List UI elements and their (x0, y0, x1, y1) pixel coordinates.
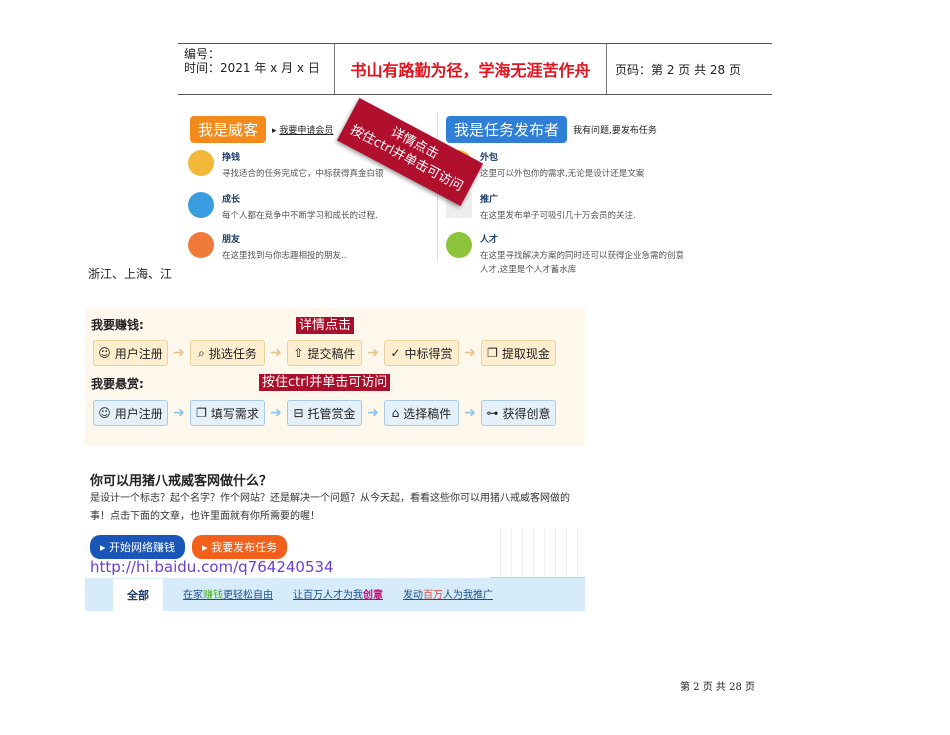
earn-step[interactable]: ❐ 提取现金 (481, 340, 556, 366)
tab-creative[interactable]: 让百万人才为我创意 (293, 586, 383, 611)
publish-task-link[interactable]: 我有问题,要发布任务 (573, 123, 657, 136)
earn-step[interactable]: ⇧ 提交稿件 (287, 340, 362, 366)
earn-step[interactable]: ⌕ 挑选任务 (190, 340, 265, 366)
page-footer: 第 2 页 共 28 页 (680, 682, 755, 693)
tab-promote[interactable]: 发动百万人为我推广 (403, 586, 493, 611)
details-badge[interactable]: 详情点击 (296, 317, 355, 334)
publisher-tag: 我是任务发布者 (446, 116, 568, 143)
weike-header: 我是威客 ▸ 我要申请会员 (190, 116, 333, 143)
promo-title: 你可以用猪八戒威客网做什么？ (90, 474, 273, 489)
publisher-header: 我是任务发布者 我有问题,要发布任务 (446, 116, 657, 143)
city-illustration (490, 528, 585, 578)
reward-steps: ☺ 用户注册 ➜ ❐ 填写需求 ➜ ⊟ 托管赏金 ➜ ⌂ 选择稿件 ➜ ⊶ 获得创意 (93, 400, 556, 426)
time-label: 时间：2021 年 x 月 x 日 (184, 61, 320, 75)
users-icon (446, 232, 472, 258)
earn-step[interactable]: ✓ 中标得赏 (384, 340, 459, 366)
reward-step[interactable]: ⌂ 选择稿件 (384, 400, 459, 426)
weike-tag: 我是威客 (190, 116, 267, 143)
reward-step[interactable]: ❐ 填写需求 (190, 400, 265, 426)
page-header: 编号： 时间：2021 年 x 月 x 日 书山有路勤为径，学海无涯苦作舟 页码：… (178, 43, 772, 95)
start-earning-button[interactable]: ▸ 开始网络赚钱 (90, 535, 186, 559)
heart-icon (188, 232, 214, 258)
earn-steps: ☺ 用户注册 ➜ ⌕ 挑选任务 ➜ ⇧ 提交稿件 ➜ ✓ 中标得赏 ➜ ❐ 提取现金 (93, 340, 556, 366)
reward-step[interactable]: ⊟ 托管赏金 (287, 400, 362, 426)
ribbon-link[interactable]: 详情点击 按住ctrl并单击可访问 (336, 97, 484, 207)
promo-tabs: 全部 在家赚钱更轻松自由 让百万人才为我创意 发动百万人为我推广 (85, 578, 585, 611)
feature-grow: 成长 每个人都在竞争中不断学习和成长的过程. (188, 192, 378, 223)
earn-step[interactable]: ☺ 用户注册 (93, 340, 168, 366)
promo-buttons: ▸ 开始网络赚钱 ▸ 我要发布任务 (90, 535, 288, 559)
feature-talent: 人才 在这里寻找解决方案的同时还可以获得企业急需的创意人才,这里是个人才蓄水库 (446, 232, 686, 277)
process-flow: 我要赚钱: 详情点击 ☺ 用户注册 ➜ ⌕ 挑选任务 ➜ ⇧ 提交稿件 ➜ ✓ 中标得赏 ➜ ❐… (85, 308, 585, 446)
apply-member-link[interactable]: ▸ 我要申请会员 (272, 123, 333, 136)
motto: 书山有路勤为径，学海无涯苦作舟 (335, 44, 607, 94)
reward-step[interactable]: ☺ 用户注册 (93, 400, 168, 426)
header-meta: 编号： 时间：2021 年 x 月 x 日 (178, 44, 335, 94)
promo-desc: 是设计一个标志？起个名字？作个网站？还是解决一个问题？从今天起，看看这些你可以用… (90, 493, 570, 522)
tab-earn-home[interactable]: 在家赚钱更轻松自由 (183, 586, 273, 611)
reward-label: 我要悬赏: (91, 377, 144, 391)
bird-icon (188, 192, 214, 218)
feature-friend: 朋友 在这里找到与你志趣相投的朋友.. (188, 232, 346, 263)
reward-step[interactable]: ⊶ 获得创意 (481, 400, 556, 426)
ctrl-click-badge[interactable]: 按住ctrl并单击可访问 (259, 374, 391, 391)
url-link[interactable]: http://hi.baidu.com/q764240534 (90, 558, 334, 576)
coins-icon (188, 150, 214, 176)
number-label: 编号： (184, 47, 221, 61)
page-info: 页码：第 2 页 共 28 页 (615, 62, 741, 77)
tab-all[interactable]: 全部 (113, 579, 163, 611)
feature-earn: 挣钱 寻找适合的任务完成它，中标获得真金白银 (188, 150, 384, 181)
body-text: 浙江、上海、江 (88, 267, 173, 281)
feature-promote: 推广 在这里发布单子可吸引几十万会员的关注. (446, 192, 636, 223)
earn-label: 我要赚钱: (91, 318, 144, 332)
publish-task-button[interactable]: ▸ 我要发布任务 (192, 535, 288, 559)
